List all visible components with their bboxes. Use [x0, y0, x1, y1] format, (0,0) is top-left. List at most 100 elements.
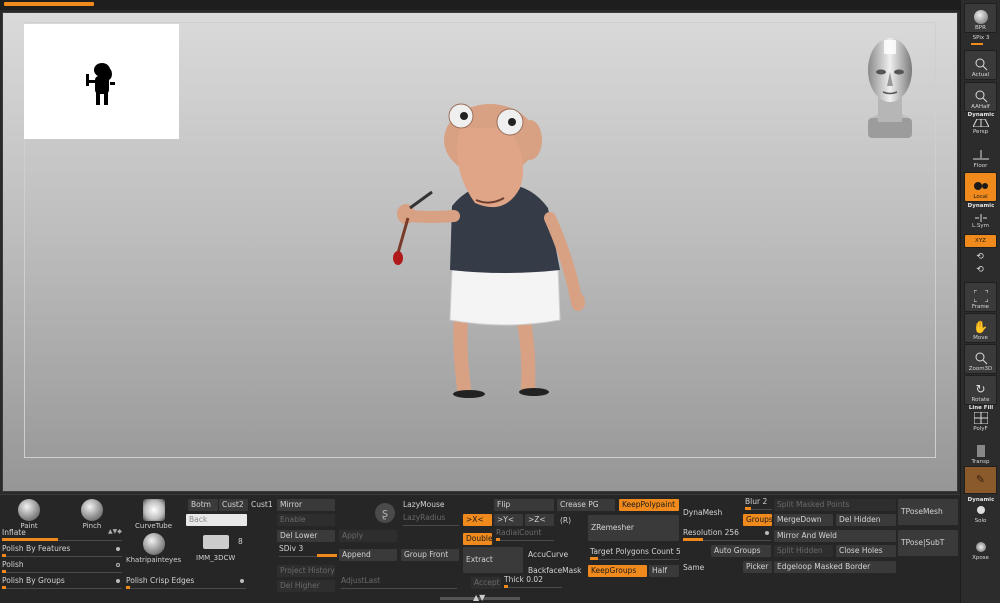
collapse-arrow-icon[interactable]: ▲▼: [473, 593, 485, 602]
xyz-label: XYZ: [975, 238, 986, 244]
xpose-icon: [971, 540, 991, 554]
target-polygons-slider[interactable]: Target Polygons Count 5: [590, 547, 681, 560]
imm-brush-icon: [202, 535, 229, 549]
solo-label: Solo: [974, 518, 987, 524]
del-hidden-button[interactable]: Del Hidden: [836, 514, 896, 526]
cust1-button[interactable]: Cust1: [251, 500, 273, 509]
mirror-weld-button[interactable]: Mirror And Weld: [774, 530, 896, 542]
del-lower-button[interactable]: Del Lower: [277, 530, 335, 542]
bpr-label: BPR: [975, 25, 986, 31]
bpr-button[interactable]: BPR: [964, 3, 997, 33]
indicator-dot: [765, 531, 769, 535]
sdiv-slider[interactable]: SDiv 3: [279, 544, 337, 557]
thick-slider[interactable]: Thick 0.02: [504, 575, 562, 588]
accucurve-button[interactable]: AccuCurve: [528, 550, 568, 559]
polish-groups-slider[interactable]: Polish By Groups: [2, 576, 122, 589]
radial-count-slider-fill: [496, 538, 500, 541]
right-shelf: BPR SPix 3 Actual AAHalf Dynamic Persp F…: [960, 0, 1000, 603]
rotate-button[interactable]: ↻ Rotate: [964, 375, 997, 405]
target-polygons-label: Target Polygons Count 5: [590, 547, 681, 556]
inflate-slider[interactable]: Inflate: [2, 528, 122, 541]
botm-button[interactable]: Botm: [188, 499, 218, 511]
lazyradius-slider[interactable]: LazyRadius: [403, 513, 459, 526]
rotate-z-icon[interactable]: ⟲: [974, 265, 986, 277]
polyf-button[interactable]: PolyF: [964, 411, 997, 433]
double-button[interactable]: Double: [463, 533, 492, 545]
paint-brush[interactable]: Paint: [18, 499, 40, 530]
append-button[interactable]: Append: [339, 549, 397, 561]
half-button[interactable]: Half: [649, 565, 679, 577]
ghost-button[interactable]: ✎: [964, 466, 997, 494]
polish-groups-slider-fill: [2, 586, 6, 589]
tpose-subt-button[interactable]: TPose|SubT: [898, 530, 958, 556]
blur-slider[interactable]: Blur 2: [745, 497, 772, 510]
mirror-button[interactable]: Mirror: [277, 499, 335, 511]
floor-icon: [971, 148, 991, 162]
radial-count-slider[interactable]: RadialCount: [496, 528, 554, 541]
spix-slider[interactable]: SPix 3: [962, 35, 1000, 41]
enable-button[interactable]: Enable: [277, 514, 335, 526]
keep-polypaint-button[interactable]: KeepPolypaint: [619, 499, 679, 511]
del-higher-button[interactable]: Del Higher: [277, 580, 335, 592]
lazymouse-button[interactable]: LazyMouse: [403, 500, 444, 509]
crease-pg-button[interactable]: Crease PG: [557, 499, 615, 511]
sym-r-button[interactable]: (R): [560, 516, 571, 525]
split-masked-button[interactable]: Split Masked Points: [774, 499, 896, 511]
group-front-button[interactable]: Group Front: [401, 549, 459, 561]
adjust-last-slider[interactable]: AdjustLast: [341, 576, 457, 589]
actual-button[interactable]: Actual: [964, 50, 997, 80]
local-button[interactable]: Local: [964, 172, 997, 202]
transp-button[interactable]: Transp: [964, 436, 997, 466]
progress-bar: [4, 2, 94, 6]
resolution-slider[interactable]: Resolution 256: [683, 528, 771, 541]
backface-mask-button[interactable]: BackfaceMask: [528, 566, 582, 575]
pinch-brush[interactable]: Pinch: [81, 499, 103, 530]
edgeloop-button[interactable]: Edgeloop Masked Border: [774, 561, 896, 573]
frame-button[interactable]: Frame: [964, 282, 997, 312]
groups-button[interactable]: Groups: [743, 514, 772, 526]
lsym-button[interactable]: L.Sym: [964, 210, 997, 230]
project-history-button[interactable]: Project History: [277, 565, 335, 577]
keep-groups-button[interactable]: KeepGroups: [588, 565, 647, 577]
tpose-mesh-button[interactable]: TPoseMesh: [898, 499, 958, 525]
polish-slider[interactable]: Polish: [2, 560, 122, 573]
auto-groups-button[interactable]: Auto Groups: [711, 545, 771, 557]
khatri-brush[interactable]: Khatripainteyes: [126, 533, 181, 564]
split-hidden-button[interactable]: Split Hidden: [774, 545, 833, 557]
sym-x-button[interactable]: >X<: [463, 514, 492, 526]
picker-button[interactable]: Picker: [743, 561, 772, 573]
zoom3d-button[interactable]: Zoom3D: [964, 344, 997, 374]
floor-button[interactable]: Floor: [964, 140, 997, 170]
move-button[interactable]: ✋ Move: [964, 313, 997, 343]
polish-crisp-slider[interactable]: Polish Crisp Edges: [126, 576, 246, 589]
imm-count: 8: [238, 537, 243, 546]
sym-y-button[interactable]: >Y<: [494, 514, 523, 526]
polish-features-slider[interactable]: Polish By Features: [2, 544, 122, 557]
back-field[interactable]: Back: [186, 514, 247, 526]
dynamesh-button[interactable]: DynaMesh: [683, 508, 722, 517]
xyz-button[interactable]: XYZ: [964, 234, 997, 248]
imm-brush[interactable]: IMM_3DCW: [196, 535, 235, 562]
cust2-button[interactable]: Cust2: [219, 499, 248, 511]
flip-button[interactable]: Flip: [494, 499, 554, 511]
navigator-thumbnail[interactable]: [24, 24, 179, 139]
zremesher-button[interactable]: ZRemesher: [588, 515, 679, 541]
extract-button[interactable]: Extract: [463, 547, 523, 573]
sym-z-button[interactable]: >Z<: [525, 514, 554, 526]
accept-button[interactable]: Accept: [471, 577, 501, 589]
close-holes-button[interactable]: Close Holes: [836, 545, 896, 557]
solo-button[interactable]: Solo: [964, 503, 997, 525]
khatri-brush-label: Khatripainteyes: [126, 556, 182, 564]
persp-button[interactable]: Persp: [964, 118, 997, 136]
aahalf-button[interactable]: AAHalf: [964, 82, 997, 112]
xpose-button[interactable]: Xpose: [964, 532, 997, 562]
apply-button[interactable]: Apply: [339, 530, 397, 542]
rotate-y-icon[interactable]: ⟲: [974, 252, 986, 264]
indicator-dot: [240, 579, 244, 583]
lazymouse-icon[interactable]: ʂ: [375, 503, 395, 523]
same-button[interactable]: Same: [683, 563, 704, 572]
head-orientation-gizmo[interactable]: [856, 28, 924, 144]
merge-down-button[interactable]: MergeDown: [774, 514, 833, 526]
character-model[interactable]: [380, 88, 600, 408]
curvetube-brush[interactable]: CurveTube: [135, 499, 172, 530]
